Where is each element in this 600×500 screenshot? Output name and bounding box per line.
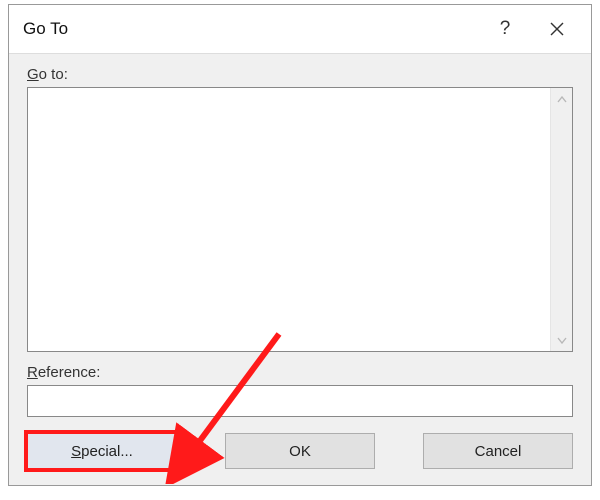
dialog-title: Go To [23,19,479,39]
close-icon [549,21,565,37]
button-row: Special... OK Cancel [27,433,573,471]
scroll-down-icon[interactable] [551,329,573,351]
scroll-up-icon[interactable] [551,88,573,110]
cancel-button[interactable]: Cancel [423,433,573,469]
reference-label: Reference: [27,364,573,381]
titlebar: Go To ? ✕ [9,5,591,53]
special-button[interactable]: Special... [27,433,177,469]
help-button[interactable]: ? [479,9,531,49]
goto-label: Go to: [27,66,573,83]
goto-listbox[interactable] [27,87,573,352]
scrollbar[interactable] [550,88,572,351]
reference-input[interactable] [27,385,573,417]
ok-button[interactable]: OK [225,433,375,469]
close-button[interactable]: ✕ [531,9,583,49]
dialog-body: Go to: Reference: Special... OK [9,53,591,485]
goto-dialog: Go To ? ✕ Go to: [8,4,592,486]
help-icon: ? [500,18,511,40]
